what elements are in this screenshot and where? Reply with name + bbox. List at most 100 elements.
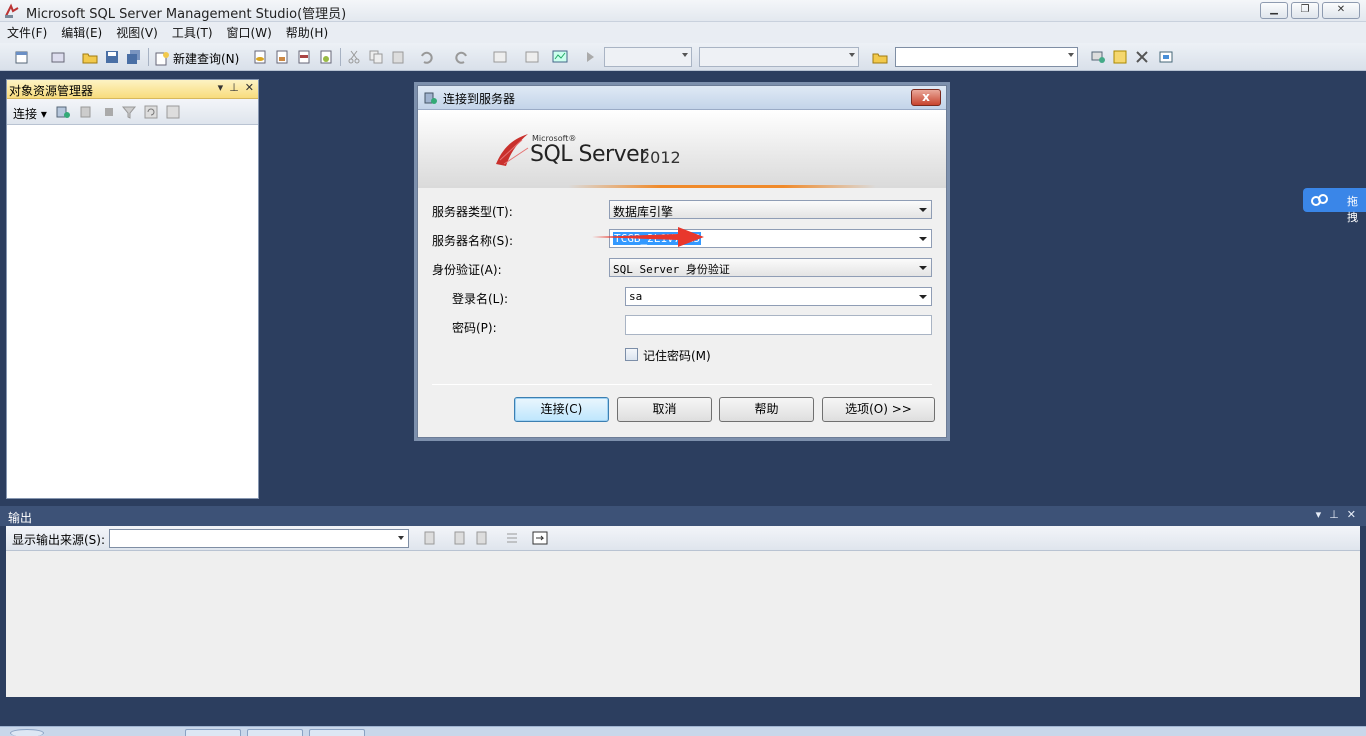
- properties-icon[interactable]: [1134, 49, 1150, 65]
- disconnect-icon[interactable]: [79, 104, 95, 120]
- object-explorer-icon[interactable]: [1112, 49, 1128, 65]
- remember-password-label: 记住密码(M): [643, 349, 711, 363]
- dialog-divider: [432, 384, 932, 385]
- activity-icon[interactable]: [165, 104, 181, 120]
- output-pane-header: 输出 ▾ ⊥ ✕: [0, 506, 1366, 526]
- copy-icon[interactable]: [368, 49, 384, 65]
- logo-product: SQL Server: [530, 142, 648, 167]
- server-name-label: 服务器名称(S):: [432, 234, 514, 248]
- server-type-value: 数据库引擎: [613, 205, 674, 219]
- close-pane-icon[interactable]: ✕: [1347, 508, 1356, 521]
- logo-version: 2012: [640, 148, 681, 167]
- dialog-title: 连接到服务器: [443, 92, 516, 106]
- object-explorer-header: 对象资源管理器 ▾ ⊥ ✕: [7, 80, 258, 99]
- pane-menu-icon[interactable]: ▾: [218, 81, 224, 94]
- execute-icon[interactable]: [582, 49, 598, 65]
- dmx-query-icon[interactable]: [296, 49, 312, 65]
- new-project-icon[interactable]: [14, 49, 30, 65]
- registered-servers-icon[interactable]: [1090, 49, 1106, 65]
- next-message-icon[interactable]: [474, 530, 490, 546]
- chevron-down-icon: [919, 295, 927, 299]
- window-title: Microsoft SQL Server Management Studio(管…: [26, 7, 347, 22]
- paste-icon[interactable]: [390, 49, 406, 65]
- sql-server-logo-icon: [496, 134, 529, 166]
- open-folder-icon[interactable]: [82, 49, 98, 65]
- help-button[interactable]: 帮助: [719, 397, 814, 422]
- activity-monitor-icon[interactable]: [552, 49, 568, 65]
- add-item-icon[interactable]: [50, 49, 66, 65]
- navigate-forward-icon[interactable]: [524, 49, 540, 65]
- refresh-icon[interactable]: [143, 104, 159, 120]
- server-connect-icon: [424, 92, 437, 104]
- dialog-title-bar: 连接到服务器 x: [418, 86, 946, 110]
- authentication-label: 身份验证(A):: [432, 263, 502, 277]
- toolbox-icon[interactable]: [1158, 49, 1174, 65]
- close-window-button[interactable]: ✕: [1322, 2, 1360, 19]
- cancel-button[interactable]: 取消: [617, 397, 712, 422]
- cloud-icon: [1311, 194, 1328, 206]
- taskbar-item[interactable]: [309, 729, 365, 736]
- menu-edit[interactable]: 编辑(E): [54, 24, 109, 41]
- pin-icon[interactable]: ⊥: [1329, 508, 1339, 521]
- menu-tools[interactable]: 工具(T): [165, 24, 220, 41]
- clear-all-icon[interactable]: [504, 530, 520, 546]
- connect-icon[interactable]: [55, 104, 71, 120]
- output-source-label: 显示输出来源(S):: [12, 533, 106, 547]
- taskbar: [0, 726, 1366, 736]
- word-wrap-icon[interactable]: [532, 530, 548, 546]
- solution-config-selector[interactable]: [699, 47, 859, 67]
- menu-bar: 文件(F) 编辑(E) 视图(V) 工具(T) 窗口(W) 帮助(H): [0, 22, 1366, 43]
- undo-icon[interactable]: [418, 49, 434, 65]
- start-button[interactable]: [10, 729, 44, 736]
- password-input[interactable]: [625, 315, 932, 335]
- database-selector[interactable]: [604, 47, 692, 67]
- pane-controls: ▾ ⊥ ✕: [218, 81, 254, 94]
- new-query-button[interactable]: 新建查询(N): [154, 50, 239, 67]
- output-content[interactable]: [6, 551, 1360, 697]
- toolbar-separator: [340, 48, 341, 66]
- options-button[interactable]: 选项(O) >>: [822, 397, 935, 422]
- login-value: sa: [629, 290, 643, 303]
- pin-icon[interactable]: ⊥: [229, 81, 239, 94]
- authentication-select[interactable]: SQL Server 身份验证: [609, 258, 932, 277]
- menu-file[interactable]: 文件(F): [0, 24, 54, 41]
- analysis-query-icon[interactable]: [274, 49, 290, 65]
- side-drag-widget[interactable]: 拖拽: [1303, 188, 1366, 224]
- find-in-files-icon[interactable]: [872, 49, 888, 65]
- new-query-label: 新建查询(N): [173, 52, 240, 66]
- chevron-down-icon: [919, 237, 927, 241]
- cut-icon[interactable]: [346, 49, 362, 65]
- navigate-back-icon[interactable]: [492, 49, 508, 65]
- taskbar-item[interactable]: [247, 729, 303, 736]
- minimize-button[interactable]: ▁: [1260, 2, 1288, 19]
- server-type-select[interactable]: 数据库引擎: [609, 200, 932, 219]
- pane-menu-icon[interactable]: ▾: [1316, 508, 1322, 521]
- menu-window[interactable]: 窗口(W): [220, 24, 279, 41]
- dialog-close-button[interactable]: x: [911, 89, 941, 106]
- object-explorer-toolbar: 连接 ▾: [7, 99, 258, 125]
- filter-icon[interactable]: [121, 104, 137, 120]
- close-pane-icon[interactable]: ✕: [245, 81, 254, 94]
- output-source-select[interactable]: [109, 529, 409, 548]
- db-engine-query-icon[interactable]: [252, 49, 268, 65]
- redo-icon[interactable]: [454, 49, 470, 65]
- find-combo[interactable]: [895, 47, 1078, 67]
- password-label: 密码(P):: [452, 321, 497, 335]
- connect-dropdown[interactable]: 连接 ▾: [13, 105, 47, 122]
- object-explorer-title: 对象资源管理器: [9, 84, 94, 98]
- restore-button[interactable]: ❐: [1291, 2, 1319, 19]
- stop-icon[interactable]: [101, 104, 117, 120]
- taskbar-item[interactable]: [185, 729, 241, 736]
- ssms-app-icon: [5, 3, 19, 18]
- login-combo[interactable]: sa: [625, 287, 932, 306]
- find-message-icon[interactable]: [422, 530, 438, 546]
- remember-password-checkbox[interactable]: [625, 348, 638, 361]
- save-all-icon[interactable]: [126, 49, 142, 65]
- menu-view[interactable]: 视图(V): [109, 24, 165, 41]
- chevron-down-icon: [398, 536, 404, 540]
- xmla-query-icon[interactable]: [318, 49, 334, 65]
- previous-message-icon[interactable]: [452, 530, 468, 546]
- menu-help[interactable]: 帮助(H): [279, 24, 335, 41]
- connect-button[interactable]: 连接(C): [514, 397, 609, 422]
- save-icon[interactable]: [104, 49, 120, 65]
